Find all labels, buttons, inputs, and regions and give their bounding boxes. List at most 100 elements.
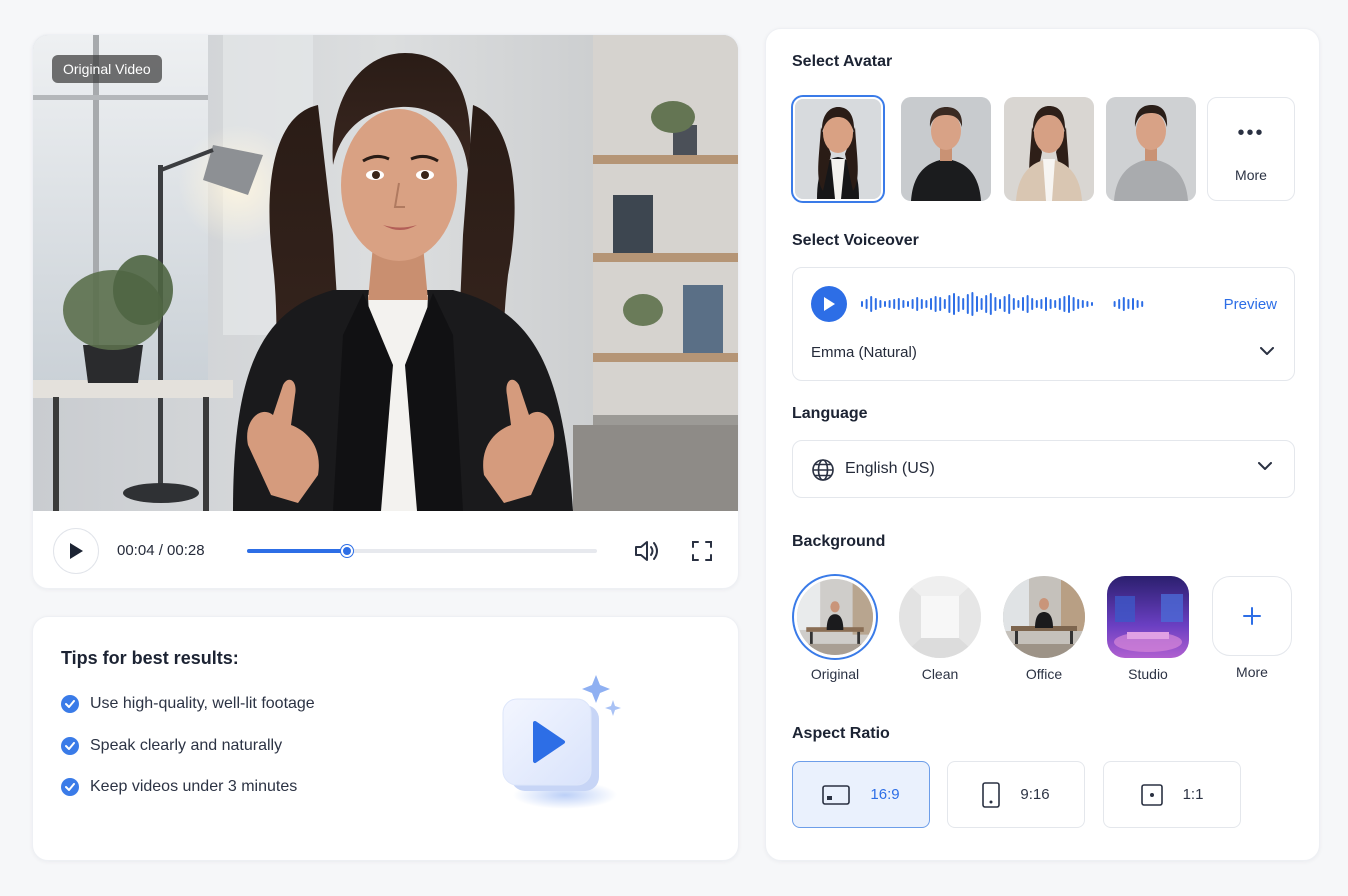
waveform-bar bbox=[980, 298, 983, 310]
language-dropdown-value: English (US) bbox=[845, 460, 935, 477]
waveform-bar bbox=[994, 297, 997, 311]
background-option-studio[interactable]: Studio bbox=[1107, 576, 1189, 682]
select-avatar-title: Select Avatar bbox=[792, 53, 893, 70]
volume-button[interactable] bbox=[633, 538, 661, 564]
avatar-option-2[interactable] bbox=[901, 97, 991, 201]
aspect-ratio-label: 1:1 bbox=[1182, 786, 1204, 803]
waveform-bar bbox=[1008, 294, 1011, 314]
waveform-bar bbox=[1122, 297, 1125, 311]
waveform-bar bbox=[943, 299, 946, 309]
waveform-bar bbox=[1141, 301, 1144, 307]
background-option-clean[interactable]: Clean bbox=[899, 576, 981, 682]
waveform-bar bbox=[893, 299, 896, 309]
waveform-bar bbox=[966, 294, 969, 314]
avatar-man-grey-sweater-image bbox=[1106, 97, 1196, 201]
progress-slider[interactable] bbox=[247, 545, 597, 557]
waveform-bar bbox=[976, 296, 978, 312]
plus-button[interactable] bbox=[1212, 576, 1292, 656]
waveform-bar bbox=[989, 293, 992, 315]
background-studio-thumbnail bbox=[1107, 576, 1189, 658]
waveform-bar bbox=[925, 300, 928, 308]
background-original-thumbnail bbox=[794, 576, 876, 658]
waveform-bar bbox=[897, 298, 900, 310]
background-title: Background bbox=[792, 533, 886, 550]
original-video-badge: Original Video bbox=[52, 55, 162, 83]
background-option-label: Studio bbox=[1128, 666, 1168, 682]
avatar-option-1[interactable] bbox=[793, 97, 883, 201]
progress-fill bbox=[247, 549, 347, 553]
preview-link[interactable]: Preview bbox=[1224, 296, 1277, 313]
aspect-ratio-1-1-button[interactable]: 1:1 bbox=[1103, 761, 1241, 828]
waveform-bar bbox=[1113, 301, 1116, 307]
progress-handle[interactable] bbox=[340, 545, 353, 557]
voice-play-button[interactable] bbox=[811, 286, 847, 322]
aspect-ratio-16-9-button[interactable]: 16:9 bbox=[792, 761, 930, 828]
waveform-bar bbox=[934, 296, 937, 312]
avatar-option-4[interactable] bbox=[1106, 97, 1196, 201]
voice-dropdown-value: Emma (Natural) bbox=[811, 344, 917, 361]
play-icon bbox=[70, 543, 83, 559]
waveform-bar bbox=[907, 301, 909, 307]
waveform-bar bbox=[1022, 297, 1024, 311]
waveform-bar bbox=[971, 292, 974, 316]
voiceover-box: Preview Emma (Natural) bbox=[792, 267, 1295, 381]
background-option-label: Original bbox=[810, 666, 860, 682]
tip-text: Speak clearly and naturally bbox=[90, 737, 283, 754]
video-controls-bar: 00:04 / 00:28 bbox=[33, 511, 738, 588]
background-option-office[interactable]: Office bbox=[1003, 576, 1085, 682]
check-icon bbox=[61, 695, 79, 713]
fullscreen-button[interactable] bbox=[690, 539, 714, 563]
fullscreen-icon bbox=[692, 541, 712, 561]
tip-text: Use high-quality, well-lit footage bbox=[90, 695, 315, 712]
play-icon bbox=[824, 297, 835, 311]
background-more-label: More bbox=[1236, 664, 1268, 680]
video-player-card: Original Video 00:04 / 00:28 bbox=[32, 34, 739, 589]
portrait-icon bbox=[982, 781, 1001, 808]
play-button[interactable] bbox=[53, 528, 99, 574]
chevron-down-icon bbox=[1258, 462, 1272, 470]
waveform-bar bbox=[1081, 300, 1084, 308]
more-avatars-button[interactable]: ••• More bbox=[1207, 97, 1295, 201]
more-avatars-label: More bbox=[1235, 167, 1267, 183]
waveform-bar bbox=[948, 295, 951, 313]
tips-card: Tips for best results: Use high-quality,… bbox=[32, 616, 739, 861]
waveform-bar bbox=[884, 301, 886, 307]
aspect-ratio-label: 16:9 bbox=[870, 786, 900, 803]
waveform-bar bbox=[1031, 298, 1034, 310]
background-more-button[interactable]: More bbox=[1211, 576, 1293, 680]
waveform-bar bbox=[1017, 300, 1020, 308]
video-play-illustration-icon bbox=[502, 675, 621, 809]
waveform-bar bbox=[1040, 299, 1043, 309]
waveform-bar bbox=[879, 300, 882, 308]
tip-item: Speak clearly and naturally bbox=[61, 737, 282, 755]
waveform-bar bbox=[916, 297, 919, 311]
waveform-bar bbox=[1026, 295, 1029, 313]
avatar-option-3[interactable] bbox=[1004, 97, 1094, 201]
waveform-bar bbox=[902, 300, 905, 308]
waveform-bar bbox=[1068, 295, 1070, 313]
waveform-bar bbox=[1127, 299, 1130, 309]
chevron-down-icon bbox=[1260, 347, 1274, 355]
waveform-bar bbox=[1132, 298, 1134, 310]
voice-dropdown[interactable]: Emma (Natural) bbox=[811, 342, 1278, 366]
waveform-bar bbox=[1012, 298, 1015, 310]
waveform-bar bbox=[870, 296, 873, 312]
waveform-bar bbox=[911, 299, 914, 309]
waveform-bar bbox=[920, 299, 923, 309]
time-display: 00:04 / 00:28 bbox=[117, 542, 205, 559]
background-option-original[interactable]: Original bbox=[794, 576, 876, 682]
waveform-bar bbox=[861, 301, 863, 307]
video-frame[interactable]: Original Video bbox=[33, 35, 738, 511]
tip-item: Keep videos under 3 minutes bbox=[61, 778, 297, 796]
waveform-bar bbox=[999, 299, 1001, 309]
avatar-woman-image bbox=[795, 99, 881, 199]
language-title: Language bbox=[792, 405, 868, 422]
square-icon bbox=[1140, 783, 1163, 806]
waveform-bar bbox=[1003, 296, 1006, 312]
language-dropdown[interactable]: English (US) bbox=[792, 440, 1295, 498]
waveform-icon bbox=[861, 292, 1144, 316]
waveform-bar bbox=[1045, 297, 1047, 311]
aspect-ratio-9-16-button[interactable]: 9:16 bbox=[947, 761, 1085, 828]
tip-text: Keep videos under 3 minutes bbox=[90, 778, 298, 795]
tips-title: Tips for best results: bbox=[61, 648, 239, 668]
